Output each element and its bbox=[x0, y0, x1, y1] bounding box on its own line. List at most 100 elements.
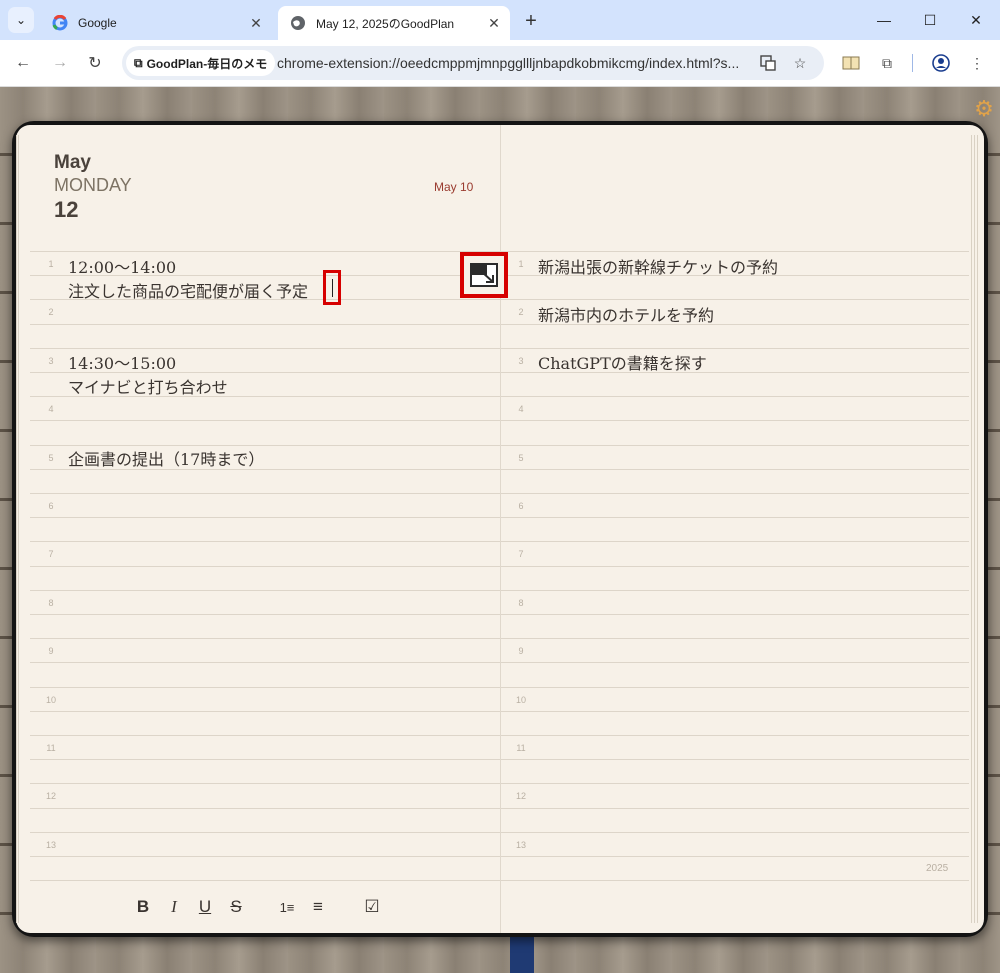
close-tab-icon[interactable]: ✕ bbox=[486, 15, 502, 31]
line-number: 3 bbox=[48, 356, 54, 366]
ruled-line bbox=[30, 324, 500, 325]
tab-goodplan[interactable]: May 12, 2025のGoodPlan ✕ bbox=[278, 6, 510, 40]
line-number: 13 bbox=[515, 840, 526, 850]
ruled-line bbox=[30, 638, 500, 639]
ruled-line bbox=[501, 420, 969, 421]
bold-button[interactable]: B bbox=[131, 896, 155, 918]
bullet-list-button[interactable]: ≡ bbox=[306, 896, 330, 918]
maximize-icon[interactable]: ☐ bbox=[918, 8, 942, 32]
todo-item-1[interactable]: 新潟出張の新幹線チケットの予約 bbox=[538, 254, 778, 278]
strikethrough-button[interactable]: S bbox=[224, 896, 248, 918]
ruled-line bbox=[30, 711, 500, 712]
ruled-line bbox=[501, 735, 969, 736]
ruled-line bbox=[501, 614, 969, 615]
entry-text-2[interactable]: マイナビと打ち合わせ bbox=[68, 374, 228, 398]
ruled-line bbox=[30, 590, 500, 591]
ruled-line bbox=[501, 856, 969, 857]
entry-time-2[interactable]: 14:30〜15:00 bbox=[68, 350, 176, 374]
ruled-line bbox=[501, 832, 969, 833]
ruled-line bbox=[30, 614, 500, 615]
ruled-line bbox=[30, 735, 500, 736]
line-number: 9 bbox=[518, 646, 524, 656]
ruled-line bbox=[30, 687, 500, 688]
ruled-line bbox=[501, 759, 969, 760]
expand-view-button[interactable] bbox=[460, 252, 508, 298]
ruled-line bbox=[30, 348, 500, 349]
minimize-icon[interactable]: — bbox=[872, 8, 896, 32]
line-number: 1 bbox=[518, 259, 524, 269]
entry-text-3[interactable]: 企画書の提出（17時まで） bbox=[68, 446, 264, 470]
ruled-line bbox=[30, 541, 500, 542]
underline-button[interactable]: U bbox=[193, 896, 217, 918]
line-number: 12 bbox=[515, 791, 526, 801]
forward-icon[interactable]: → bbox=[48, 51, 72, 75]
line-number: 8 bbox=[518, 598, 524, 608]
line-number: 7 bbox=[48, 549, 54, 559]
resize-icon bbox=[470, 263, 498, 287]
close-tab-icon[interactable]: ✕ bbox=[248, 15, 264, 31]
browser-toolbar: ← → ↻ ⧉ GoodPlan-毎日のメモ chrome-extension:… bbox=[0, 40, 1000, 87]
entry-time-1[interactable]: 12:00〜14:00 bbox=[68, 254, 176, 278]
line-number: 6 bbox=[518, 501, 524, 511]
notebook-spine bbox=[500, 125, 501, 933]
ruled-line bbox=[30, 517, 500, 518]
italic-button[interactable]: I bbox=[162, 896, 186, 918]
toolbar-divider bbox=[912, 54, 913, 72]
ruled-line bbox=[501, 783, 969, 784]
address-bar[interactable]: ⧉ GoodPlan-毎日のメモ chrome-extension://oeed… bbox=[122, 46, 824, 80]
reading-list-icon[interactable] bbox=[840, 52, 862, 74]
entry-text-1[interactable]: 注文した商品の宅配便が届く予定 bbox=[68, 278, 308, 302]
weekday-label: MONDAY bbox=[54, 175, 132, 195]
ruled-line bbox=[501, 469, 969, 470]
translate-icon[interactable] bbox=[759, 54, 777, 72]
ruled-line bbox=[30, 493, 500, 494]
ruled-line bbox=[501, 299, 969, 300]
menu-dots-icon[interactable]: ⋮ bbox=[966, 52, 988, 74]
ruled-line bbox=[501, 517, 969, 518]
ruled-line bbox=[30, 420, 500, 421]
profile-icon[interactable] bbox=[930, 52, 952, 74]
line-number: 4 bbox=[48, 404, 54, 414]
tab-bar: ⌄ Google ✕ May 12, 2025のGoodPlan ✕ + — ☐… bbox=[0, 0, 1000, 40]
line-number: 9 bbox=[48, 646, 54, 656]
text-cursor-highlight bbox=[323, 270, 341, 305]
reload-icon[interactable]: ↻ bbox=[83, 51, 107, 75]
ruled-line bbox=[501, 396, 969, 397]
close-window-icon[interactable]: ✕ bbox=[964, 8, 988, 32]
settings-gear-icon[interactable]: ⚙ bbox=[970, 95, 998, 123]
bookmark-star-icon[interactable]: ☆ bbox=[791, 54, 809, 72]
line-number: 11 bbox=[46, 743, 56, 753]
ruled-line bbox=[30, 808, 500, 809]
new-tab-button[interactable]: + bbox=[520, 10, 542, 32]
line-number: 1 bbox=[48, 259, 54, 269]
ruled-line bbox=[30, 662, 500, 663]
line-number: 10 bbox=[45, 695, 56, 705]
todo-item-2[interactable]: 新潟市内のホテルを予約 bbox=[538, 302, 714, 326]
tab-search-button[interactable]: ⌄ bbox=[8, 7, 34, 33]
url-text[interactable]: chrome-extension://oeedcmppmjmnpggllljnb… bbox=[277, 55, 739, 71]
ruled-line bbox=[501, 808, 969, 809]
site-chip-label: GoodPlan-毎日のメモ bbox=[146, 56, 268, 71]
line-number: 11 bbox=[516, 743, 526, 753]
ruled-line bbox=[30, 832, 500, 833]
extensions-icon[interactable]: ⧉ bbox=[876, 52, 898, 74]
line-number: 5 bbox=[48, 453, 54, 463]
checkbox-button[interactable]: ☑ bbox=[360, 896, 384, 918]
tab-title: May 12, 2025のGoodPlan bbox=[316, 16, 455, 31]
tab-title: Google bbox=[78, 16, 117, 30]
line-number: 2 bbox=[518, 307, 524, 317]
ruled-line bbox=[501, 711, 969, 712]
tab-google[interactable]: Google ✕ bbox=[40, 6, 272, 40]
line-number: 6 bbox=[48, 501, 54, 511]
extension-puzzle-icon: ⧉ bbox=[134, 55, 143, 70]
ruled-line bbox=[30, 783, 500, 784]
todo-item-3[interactable]: ChatGPTの書籍を探す bbox=[538, 350, 707, 374]
date-link[interactable]: May 10 bbox=[434, 180, 473, 194]
back-icon[interactable]: ← bbox=[11, 51, 35, 75]
day-number: 12 bbox=[54, 197, 79, 222]
ruled-line bbox=[501, 662, 969, 663]
numbered-list-button[interactable]: 1≡ bbox=[275, 896, 299, 918]
line-number: 2 bbox=[48, 307, 54, 317]
site-chip[interactable]: ⧉ GoodPlan-毎日のメモ bbox=[126, 50, 276, 76]
ruled-line bbox=[501, 590, 969, 591]
